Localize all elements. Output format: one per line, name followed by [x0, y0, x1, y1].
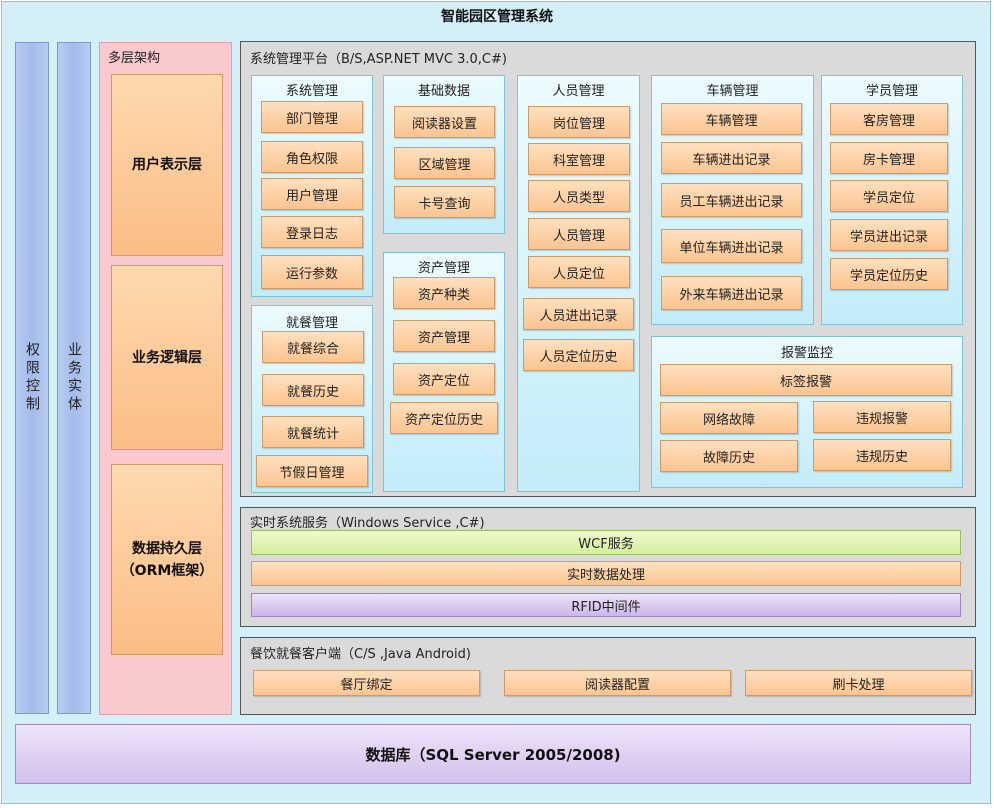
- multilayer-title: 多层架构: [108, 51, 161, 66]
- menu-item-run-params[interactable]: 运行参数: [261, 255, 363, 289]
- menu-item-trainee-location[interactable]: 学员定位: [830, 180, 948, 212]
- group-title: 基础数据: [417, 84, 470, 99]
- group-title: 车辆管理: [706, 84, 759, 99]
- menu-item-vehicle-management[interactable]: 车辆管理: [661, 103, 802, 135]
- menu-item-holiday-management[interactable]: 节假日管理: [256, 455, 368, 487]
- data-persistence-layer: 数据持久层 （ORM框架）: [111, 464, 223, 655]
- menu-item-asset-location[interactable]: 资产定位: [393, 363, 495, 395]
- menu-item-fault-history[interactable]: 故障历史: [660, 440, 798, 472]
- menu-item-role-permission[interactable]: 角色权限: [261, 141, 363, 173]
- group-title: 就餐管理: [285, 316, 338, 331]
- menu-item-vehicle-access-log[interactable]: 车辆进出记录: [661, 142, 802, 174]
- business-entity-bar: 业务实体: [57, 42, 91, 714]
- menu-item-card-processing[interactable]: 刷卡处理: [745, 670, 972, 696]
- group-title: 资产管理: [417, 261, 470, 276]
- group-title: 学员管理: [865, 84, 918, 99]
- diagram-title: 智能园区管理系统: [441, 9, 553, 25]
- menu-item-violation-history[interactable]: 违规历史: [813, 439, 951, 471]
- menu-item-personnel-location[interactable]: 人员定位: [528, 256, 630, 288]
- menu-item-network-fault[interactable]: 网络故障: [660, 402, 798, 434]
- group-title: 系统管理: [285, 84, 338, 99]
- group-title: 人员管理: [552, 84, 605, 99]
- menu-item-tag-alarm[interactable]: 标签报警: [660, 364, 952, 396]
- presentation-layer: 用户表示层: [111, 74, 223, 256]
- menu-item-violation-alarm[interactable]: 违规报警: [813, 401, 951, 433]
- dining-client-title: 餐饮就餐客户端（C/S ,Java Android): [250, 647, 471, 662]
- realtime-service-title: 实时系统服务（Windows Service ,C#): [250, 516, 485, 531]
- menu-item-dining-history[interactable]: 就餐历史: [262, 374, 364, 406]
- wcf-service-bar: WCF服务: [251, 530, 961, 555]
- menu-item-trainee-location-history[interactable]: 学员定位历史: [830, 258, 948, 290]
- menu-item-post-management[interactable]: 岗位管理: [528, 106, 630, 138]
- business-entity-label: 业务实体: [66, 342, 82, 414]
- menu-item-staff-vehicle-log[interactable]: 员工车辆进出记录: [661, 183, 802, 217]
- permission-control-bar: 权限控制: [15, 42, 49, 714]
- database-bar: 数据库（SQL Server 2005/2008): [15, 724, 971, 784]
- menu-item-room-management[interactable]: 客房管理: [830, 103, 948, 135]
- menu-item-dining-overview[interactable]: 就餐综合: [262, 331, 364, 363]
- menu-item-login-log[interactable]: 登录日志: [261, 216, 363, 248]
- menu-item-personnel-management[interactable]: 人员管理: [528, 218, 630, 250]
- menu-item-dining-stats[interactable]: 就餐统计: [262, 416, 364, 448]
- menu-item-unit-vehicle-log[interactable]: 单位车辆进出记录: [661, 229, 802, 263]
- menu-item-section-management[interactable]: 科室管理: [528, 143, 630, 175]
- business-logic-layer: 业务逻辑层: [111, 265, 223, 450]
- menu-item-trainee-access-log[interactable]: 学员进出记录: [830, 219, 948, 251]
- menu-item-visitor-vehicle-log[interactable]: 外来车辆进出记录: [661, 276, 802, 310]
- group-title: 报警监控: [780, 346, 833, 361]
- menu-item-personnel-location-history[interactable]: 人员定位历史: [523, 339, 634, 371]
- menu-item-personnel-type[interactable]: 人员类型: [528, 180, 630, 212]
- menu-item-asset-location-history[interactable]: 资产定位历史: [390, 402, 498, 434]
- menu-item-department[interactable]: 部门管理: [261, 101, 363, 133]
- rfid-middleware-bar: RFID中间件: [251, 593, 961, 617]
- realtime-data-processing-bar: 实时数据处理: [251, 561, 961, 586]
- menu-item-reader-settings[interactable]: 阅读器设置: [394, 106, 495, 138]
- menu-item-asset-management[interactable]: 资产管理: [393, 320, 495, 352]
- menu-item-reader-config[interactable]: 阅读器配置: [504, 670, 731, 696]
- menu-item-card-query[interactable]: 卡号查询: [394, 186, 495, 218]
- permission-control-label: 权限控制: [24, 342, 40, 414]
- menu-item-asset-type[interactable]: 资产种类: [393, 277, 495, 309]
- menu-item-personnel-access-log[interactable]: 人员进出记录: [523, 298, 634, 330]
- platform-title: 系统管理平台（B/S,ASP.NET MVC 3.0,C#): [250, 52, 507, 67]
- menu-item-room-card-management[interactable]: 房卡管理: [830, 142, 948, 174]
- menu-item-user-management[interactable]: 用户管理: [261, 178, 363, 210]
- menu-item-restaurant-binding[interactable]: 餐厅绑定: [253, 670, 480, 696]
- menu-item-area-management[interactable]: 区域管理: [394, 147, 495, 179]
